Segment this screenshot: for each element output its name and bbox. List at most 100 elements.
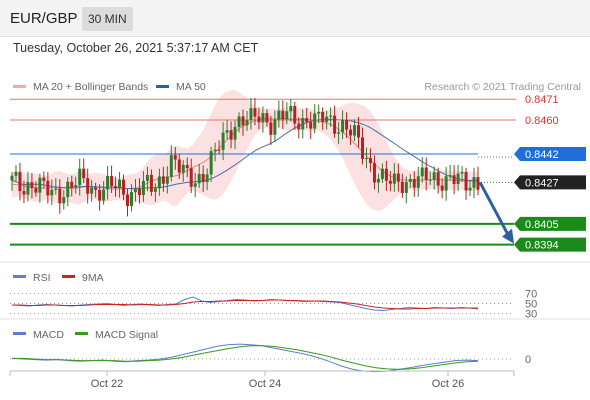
candle-body	[30, 182, 34, 189]
candle-body	[122, 179, 126, 195]
candle-body	[145, 174, 149, 181]
candle-body	[209, 151, 213, 175]
candle-body	[329, 115, 333, 117]
macd-line	[11, 343, 479, 373]
legend-label: 9MA	[82, 272, 104, 284]
chart-canvas: MA 20 + Bollinger Bands MA 50 Research © 2…	[0, 81, 590, 390]
candle-body	[58, 188, 62, 204]
candle-body	[221, 132, 225, 150]
x-axis-tick-label: Oct 22	[91, 378, 123, 390]
candle-body	[345, 119, 349, 130]
candle-body	[273, 119, 277, 135]
legend-label: MACD	[33, 329, 64, 341]
macd-tick-label: 0	[525, 354, 531, 366]
candle-body	[376, 178, 380, 183]
candle-body	[353, 125, 357, 136]
resistance-label: 0.8471	[525, 94, 559, 106]
candle-body	[436, 172, 440, 186]
candle-body	[161, 176, 165, 184]
candle-body	[424, 167, 428, 181]
candle-body	[460, 172, 464, 174]
candle-body	[102, 189, 106, 201]
candle-body	[213, 149, 217, 152]
candle-body	[388, 180, 392, 184]
chart-credit: Research © 2021 Trading Central	[424, 81, 581, 93]
candle-body	[118, 179, 122, 189]
candle-body	[34, 188, 38, 193]
candle-body	[309, 121, 313, 129]
candle-body	[169, 155, 173, 177]
candle-body	[428, 179, 432, 181]
legend-swatch	[156, 85, 169, 88]
rsi-tick-label: 30	[525, 309, 537, 321]
candle-body	[261, 113, 265, 123]
candle-body	[321, 111, 325, 122]
candle-body	[464, 172, 468, 191]
candle-body	[201, 173, 205, 183]
candle-body	[106, 175, 110, 190]
legend-swatch	[62, 275, 75, 278]
candle-body	[440, 185, 444, 191]
candle-body	[94, 187, 98, 190]
candle-body	[416, 176, 420, 188]
candle-body	[153, 188, 157, 192]
candle-body	[293, 105, 297, 124]
candle-body	[297, 123, 301, 130]
candle-body	[50, 189, 54, 196]
macd-signal-line	[12, 345, 479, 370]
legend-swatch	[13, 332, 26, 335]
candle-body	[265, 113, 269, 123]
candle-body	[472, 177, 476, 188]
candle-body	[317, 111, 321, 114]
current-label: 0.8427	[525, 177, 559, 189]
candle-body	[313, 113, 317, 129]
candle-body	[42, 177, 46, 181]
candle-body	[205, 174, 209, 183]
candle-body	[325, 116, 329, 122]
candle-body	[408, 179, 412, 183]
legend-label: RSI	[33, 272, 51, 284]
legend-label: MA 50	[176, 81, 206, 93]
candle-body	[305, 118, 309, 122]
candle-body	[149, 174, 153, 192]
candle-body	[277, 110, 281, 120]
candle-body	[301, 118, 305, 130]
candle-body	[137, 188, 141, 196]
candle-body	[22, 191, 26, 195]
candle-body	[289, 105, 293, 112]
candle-body	[333, 115, 337, 134]
candle-body	[400, 181, 404, 193]
candle-body	[26, 182, 30, 195]
candle-body	[380, 168, 384, 179]
candle-body	[341, 119, 345, 133]
candle-body	[54, 188, 58, 190]
candle-body	[193, 183, 197, 187]
legend-swatch	[13, 275, 26, 278]
candle-body	[197, 173, 201, 184]
candle-body	[189, 168, 193, 187]
candle-body	[233, 126, 237, 140]
candle-body	[90, 187, 94, 194]
candle-body	[217, 149, 221, 151]
candle-body	[432, 172, 436, 180]
candle-body	[82, 168, 86, 179]
resistance-label: 0.8460	[525, 115, 559, 127]
candle-body	[18, 171, 22, 192]
legend-label: MA 20 + Bollinger Bands	[33, 81, 148, 93]
candle-body	[110, 175, 114, 187]
forecast-arrow-head	[502, 228, 514, 244]
candle-body	[468, 187, 472, 191]
pivot-label: 0.8442	[525, 149, 559, 161]
candle-body	[281, 110, 285, 120]
bollinger-band	[12, 90, 478, 211]
candle-body	[245, 120, 249, 126]
candle-body	[114, 186, 118, 189]
candle-body	[357, 125, 361, 138]
candle-body	[229, 130, 233, 140]
candle-body	[46, 180, 50, 196]
forecast-arrow	[478, 181, 510, 236]
candle-body	[129, 192, 133, 206]
candle-body	[98, 189, 102, 201]
candle-body	[62, 197, 66, 204]
legend-swatch	[75, 332, 88, 335]
